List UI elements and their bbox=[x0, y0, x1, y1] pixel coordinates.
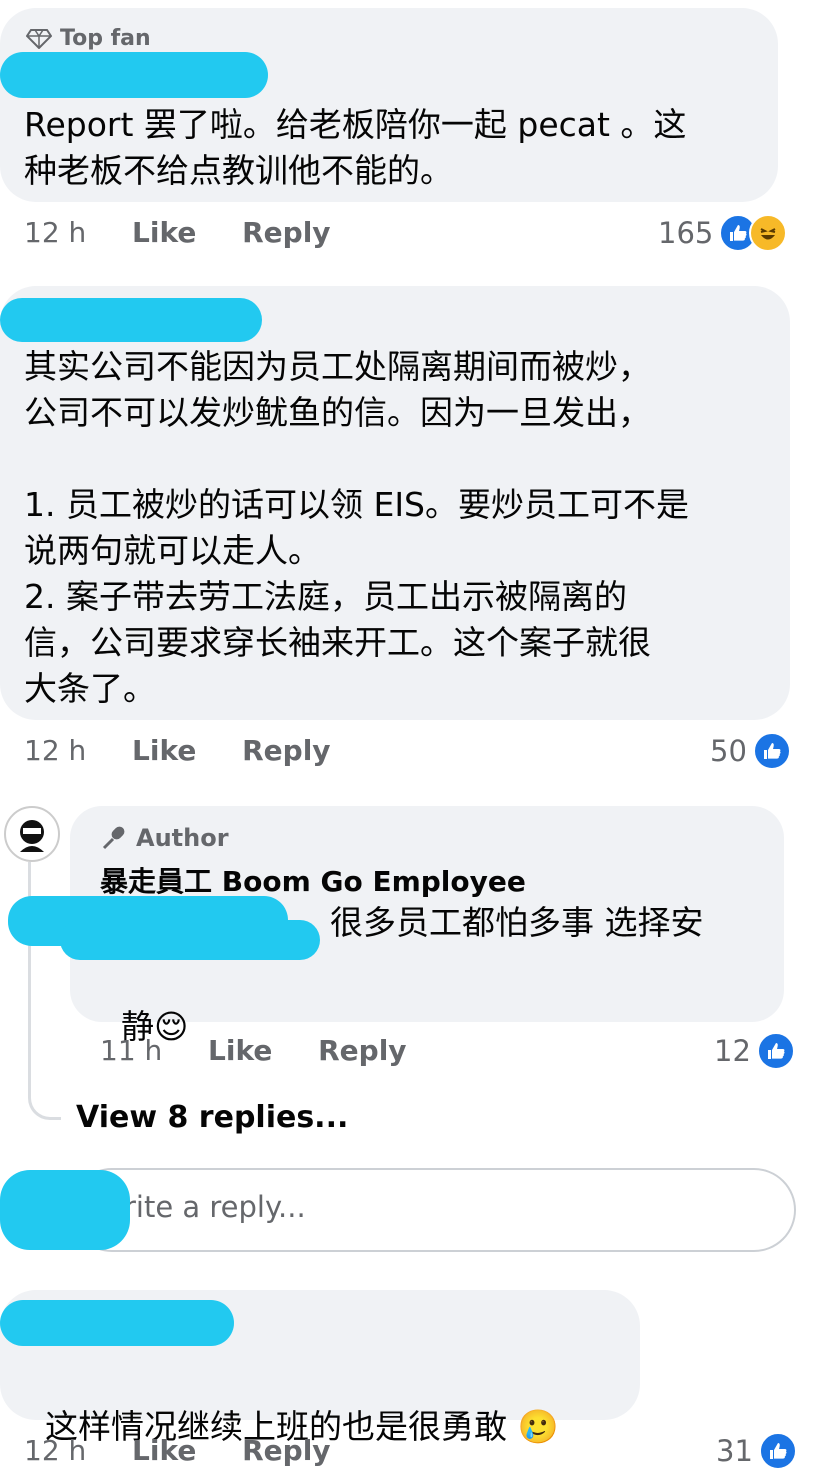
comment-text-1: Report 罢了啦。给老板陪你一起 pecat 。这 种老板不给点教训他不能的… bbox=[24, 105, 687, 190]
like-button[interactable]: Like bbox=[132, 1434, 196, 1467]
redacted-avatar bbox=[0, 1170, 130, 1250]
redacted-name-4 bbox=[0, 1300, 234, 1346]
redacted-name-2 bbox=[0, 298, 262, 342]
reply-input-placeholder: rite a reply... bbox=[124, 1190, 306, 1224]
reply-button[interactable]: Reply bbox=[242, 1434, 330, 1467]
view-replies-link[interactable]: View 8 replies... bbox=[76, 1100, 348, 1135]
like-icon bbox=[758, 1432, 797, 1470]
smiling-tear-icon: 🥲 bbox=[517, 1407, 559, 1446]
reply-button[interactable]: Reply bbox=[242, 216, 330, 249]
reaction-summary-1[interactable]: 165 bbox=[658, 214, 788, 252]
author-avatar[interactable] bbox=[4, 806, 60, 862]
redacted-name-1 bbox=[0, 52, 268, 98]
comment-time: 11 h bbox=[100, 1034, 163, 1067]
comment-text-2: 其实公司不能因为员工处隔离期间而被炒， 公司不可以发炒鱿鱼的信。因为一旦发出， … bbox=[24, 347, 689, 708]
redacted-mention-2 bbox=[60, 920, 320, 960]
comment-time: 12 h bbox=[24, 734, 87, 767]
diamond-icon bbox=[26, 28, 52, 49]
author-tag-label: Author bbox=[136, 824, 229, 852]
top-fan-label: Top fan bbox=[60, 26, 151, 51]
author-reply-text-line1: 很多员工都怕多事 选择安 bbox=[330, 903, 704, 942]
reaction-count: 31 bbox=[716, 1434, 753, 1468]
top-fan-badge: Top fan bbox=[26, 26, 151, 51]
like-button[interactable]: Like bbox=[132, 216, 196, 249]
comment-time: 12 h bbox=[24, 216, 87, 249]
comment-meta-3: 11 h Like Reply bbox=[100, 1034, 443, 1067]
reaction-summary-3[interactable]: 12 bbox=[714, 1032, 795, 1070]
author-name[interactable]: 暴走員工 Boom Go Employee bbox=[100, 860, 526, 900]
reaction-summary-2[interactable]: 50 bbox=[710, 732, 791, 770]
reaction-count: 12 bbox=[714, 1034, 751, 1068]
haha-icon bbox=[749, 214, 788, 252]
author-badge: Author bbox=[100, 824, 229, 852]
reply-button[interactable]: Reply bbox=[242, 734, 330, 767]
comment-meta-4: 12 h Like Reply bbox=[24, 1434, 367, 1467]
like-icon bbox=[752, 732, 791, 770]
like-icon bbox=[756, 1032, 795, 1070]
reaction-summary-4[interactable]: 31 bbox=[716, 1432, 797, 1470]
reaction-count: 165 bbox=[658, 216, 714, 250]
microphone-icon bbox=[100, 824, 128, 852]
comment-meta-1: 12 h Like Reply bbox=[24, 216, 367, 249]
like-button[interactable]: Like bbox=[208, 1034, 272, 1067]
comment-time: 12 h bbox=[24, 1434, 87, 1467]
comment-meta-2: 12 h Like Reply bbox=[24, 734, 367, 767]
reply-button[interactable]: Reply bbox=[318, 1034, 406, 1067]
reaction-count: 50 bbox=[710, 734, 747, 768]
like-button[interactable]: Like bbox=[132, 734, 196, 767]
